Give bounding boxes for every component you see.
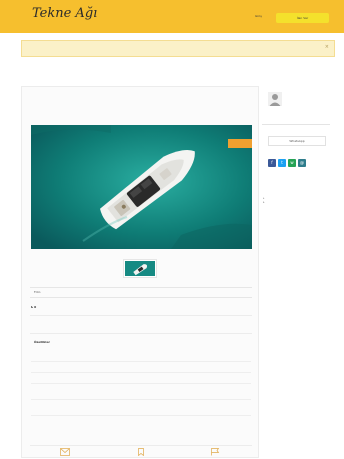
table-row [31,351,251,362]
specs-title: Özellikler [34,340,50,344]
login-link[interactable]: Giriş [255,14,262,18]
post-ad-button[interactable]: İlan Ver [276,13,329,23]
divider [262,124,330,125]
price-row: ₺ 0 [31,305,251,309]
page: Tekne Ağı Giriş İlan Ver × Foto ₺ 0 Özel… [0,0,344,459]
avatar[interactable] [268,92,282,106]
table-row [31,373,251,384]
mail-icon[interactable] [60,448,70,456]
divider [30,315,252,316]
notice-banner: × [21,40,335,57]
twitter-icon[interactable]: t [278,159,286,167]
table-row [31,400,251,416]
flag-icon[interactable] [210,448,220,456]
related-list [263,196,335,204]
listing-photo[interactable] [31,125,252,249]
divider [30,297,252,298]
tab-photos[interactable]: Foto [34,290,40,294]
site-logo[interactable]: Tekne Ağı [32,6,97,22]
whatsapp-icon[interactable]: w [288,159,296,167]
close-icon[interactable]: × [325,44,329,51]
divider [30,333,252,334]
email-icon[interactable]: @ [298,159,306,167]
table-row [31,384,251,400]
price-tag [228,139,252,148]
thumbnail-image [125,261,155,276]
action-bar [30,445,252,457]
table-row [31,362,251,373]
photo-thumbnail[interactable] [123,259,157,278]
facebook-icon[interactable]: f [268,159,276,167]
top-bar: Tekne Ağı Giriş İlan Ver [0,0,344,33]
boat-image [31,125,252,249]
price-label: ₺ 0 [31,305,37,309]
whatsapp-button[interactable]: WhatsApp [268,136,326,146]
bookmark-icon[interactable] [136,448,146,456]
divider [30,287,252,288]
specs-table [31,351,251,416]
listing-card: Foto ₺ 0 Özellikler [21,86,259,458]
breadcrumb [23,71,335,77]
